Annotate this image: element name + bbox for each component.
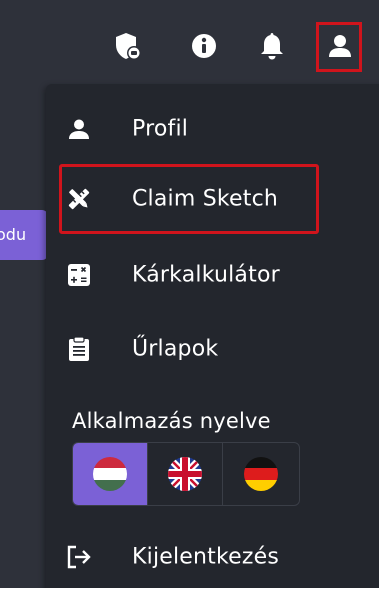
user-button-highlight [316, 22, 362, 72]
menu-item-label: Kárkalkulátor [132, 262, 280, 288]
language-button-hu[interactable] [73, 443, 148, 505]
partial-button[interactable]: odu [0, 210, 48, 260]
clipboard-icon [66, 336, 92, 362]
page-edge [379, 0, 384, 594]
menu-item-label: Kijelentkezés [132, 544, 280, 570]
menu-item-logout[interactable]: Kijelentkezés [46, 528, 376, 586]
menu-item-label: Profil [132, 116, 189, 142]
hungary-flag-icon [93, 457, 127, 491]
menu-item-label: Űrlapok [132, 336, 219, 362]
menu-item-calculator[interactable]: Kárkalkulátor [46, 246, 376, 304]
user-dropdown-menu: Profil Claim Sketch Kárkalkulátor Űrlapo… [46, 84, 384, 594]
language-selector [72, 442, 300, 506]
page-edge [0, 588, 384, 594]
menu-item-profile[interactable]: Profil [46, 100, 376, 158]
shield-icon[interactable] [104, 22, 152, 70]
claim-sketch-highlight [59, 164, 319, 234]
menu-item-forms[interactable]: Űrlapok [46, 320, 376, 378]
calculator-icon [66, 262, 92, 288]
app-window: odu Profil Claim Sketch Kárkalkulátor Űr… [0, 0, 384, 594]
bell-icon[interactable] [248, 22, 296, 70]
uk-flag-icon [168, 457, 202, 491]
language-button-de[interactable] [223, 443, 298, 505]
partial-button-label: odu [0, 225, 27, 244]
germany-flag-icon [243, 457, 278, 491]
logout-icon [66, 544, 92, 570]
language-button-en[interactable] [148, 443, 223, 505]
user-icon [66, 116, 92, 142]
language-section-title: Alkalmazás nyelve [72, 409, 271, 433]
info-icon[interactable] [180, 22, 228, 70]
